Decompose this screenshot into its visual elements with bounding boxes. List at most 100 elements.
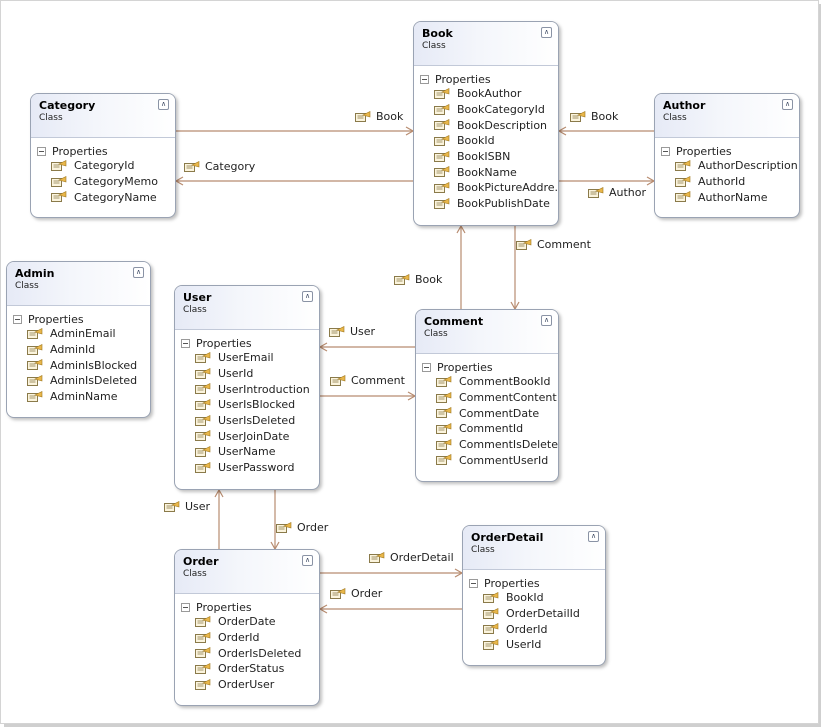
- property-row[interactable]: BookAuthor: [420, 86, 558, 102]
- property-icon: [436, 375, 452, 388]
- property-row[interactable]: OrderIsDeleted: [181, 645, 319, 661]
- property-row[interactable]: CategoryMemo: [37, 174, 175, 190]
- assoc-label-comment: Comment: [516, 238, 591, 251]
- assoc-label-category: Category: [184, 160, 255, 173]
- properties-section-header[interactable]: Properties: [469, 576, 605, 590]
- class-box-book[interactable]: Book Class ∧ Properties BookAuthor BookCatego…: [413, 21, 559, 226]
- property-row[interactable]: BookCategoryId: [420, 102, 558, 118]
- property-icon: [27, 374, 43, 387]
- property-row[interactable]: UserIntroduction: [181, 381, 319, 397]
- properties-section-header[interactable]: Properties: [181, 600, 319, 614]
- property-icon: [675, 191, 691, 203]
- property-row[interactable]: BookId: [469, 590, 605, 606]
- property-row[interactable]: UserName: [181, 444, 319, 460]
- property-row[interactable]: CommentIsDeleted: [422, 437, 558, 453]
- property-row[interactable]: AuthorName: [661, 189, 799, 205]
- property-row[interactable]: AdminIsBlocked: [13, 357, 150, 373]
- collapse-chevron-icon[interactable]: ∧: [588, 531, 599, 542]
- collapse-minus-icon[interactable]: [181, 602, 190, 612]
- property-icon: [436, 407, 452, 419]
- properties-section-header[interactable]: Properties: [661, 144, 799, 158]
- property-row[interactable]: CommentUserId: [422, 452, 558, 468]
- property-row[interactable]: OrderDetailId: [469, 606, 605, 622]
- property-row[interactable]: BookName: [420, 164, 558, 180]
- collapse-chevron-icon[interactable]: ∧: [541, 315, 552, 326]
- collapse-minus-icon[interactable]: [469, 578, 478, 588]
- class-box-comment[interactable]: Comment Class ∧ Properties CommentBookId Comm…: [415, 309, 559, 482]
- class-header[interactable]: OrderDetail Class ∧: [463, 526, 605, 570]
- property-row[interactable]: AdminName: [13, 389, 150, 405]
- properties-section-header[interactable]: Properties: [422, 360, 558, 374]
- collapse-minus-icon[interactable]: [420, 74, 429, 84]
- property-row[interactable]: CommentContent: [422, 390, 558, 406]
- properties-section-header[interactable]: Properties: [420, 72, 558, 86]
- collapse-minus-icon[interactable]: [37, 146, 46, 156]
- class-header[interactable]: Admin Class ∧: [7, 262, 150, 306]
- property-row[interactable]: AdminId: [13, 342, 150, 358]
- class-header[interactable]: User Class ∧: [175, 286, 319, 330]
- property-row[interactable]: CommentBookId: [422, 374, 558, 390]
- property-name: AdminId: [50, 343, 96, 357]
- class-box-author[interactable]: Author Class ∧ Properties AuthorDescription A…: [654, 93, 800, 218]
- property-name: UserJoinDate: [218, 429, 290, 443]
- property-row[interactable]: AuthorId: [661, 174, 799, 190]
- property-row[interactable]: OrderId: [469, 621, 605, 637]
- property-row[interactable]: UserId: [469, 637, 605, 653]
- property-row[interactable]: BookISBN: [420, 149, 558, 165]
- property-name: OrderDetailId: [506, 607, 580, 621]
- property-row[interactable]: OrderUser: [181, 677, 319, 693]
- property-row[interactable]: BookPictureAddre...: [420, 180, 558, 196]
- class-header[interactable]: Order Class ∧: [175, 550, 319, 594]
- property-row[interactable]: CommentId: [422, 421, 558, 437]
- property-row[interactable]: UserEmail: [181, 350, 319, 366]
- class-header[interactable]: Category Class ∧: [31, 94, 175, 138]
- collapse-minus-icon[interactable]: [181, 338, 190, 348]
- class-header[interactable]: Book Class ∧: [414, 22, 558, 66]
- collapse-chevron-icon[interactable]: ∧: [782, 99, 793, 110]
- class-box-user[interactable]: User Class ∧ Properties UserEmail UserId UserI…: [174, 285, 320, 490]
- property-icon: [330, 587, 346, 600]
- property-row[interactable]: BookPublishDate: [420, 196, 558, 212]
- property-row[interactable]: CategoryId: [37, 158, 175, 174]
- class-kind: Class: [424, 329, 448, 339]
- property-row[interactable]: OrderDate: [181, 614, 319, 630]
- class-box-order[interactable]: Order Class ∧ Properties OrderDate OrderId Ord…: [174, 549, 320, 706]
- property-row[interactable]: UserIsDeleted: [181, 413, 319, 429]
- property-row[interactable]: AuthorDescription: [661, 158, 799, 174]
- assoc-label-book: Book: [570, 110, 618, 123]
- properties-section-header[interactable]: Properties: [37, 144, 175, 158]
- collapse-minus-icon[interactable]: [13, 314, 22, 324]
- collapse-chevron-icon[interactable]: ∧: [302, 555, 313, 566]
- properties-section-header[interactable]: Properties: [13, 312, 150, 326]
- property-name: UserName: [218, 445, 276, 459]
- property-row[interactable]: UserIsBlocked: [181, 397, 319, 413]
- property-row[interactable]: OrderId: [181, 630, 319, 646]
- collapse-chevron-icon[interactable]: ∧: [541, 27, 552, 38]
- properties-section-label: Properties: [52, 144, 108, 158]
- property-row[interactable]: AdminIsDeleted: [13, 373, 150, 389]
- class-box-admin[interactable]: Admin Class ∧ Properties AdminEmail AdminId Ad…: [6, 261, 151, 418]
- property-icon: [330, 374, 346, 387]
- property-row[interactable]: OrderStatus: [181, 661, 319, 677]
- property-row[interactable]: UserJoinDate: [181, 428, 319, 444]
- class-header[interactable]: Author Class ∧: [655, 94, 799, 138]
- collapse-chevron-icon[interactable]: ∧: [158, 99, 169, 110]
- assoc-label-order: Order: [330, 587, 382, 600]
- class-header[interactable]: Comment Class ∧: [416, 310, 558, 354]
- property-name: OrderIsDeleted: [218, 646, 302, 660]
- class-body: Properties BookId OrderDetailId OrderId User…: [463, 570, 605, 653]
- property-row[interactable]: BookDescription: [420, 117, 558, 133]
- properties-section-header[interactable]: Properties: [181, 336, 319, 350]
- class-box-category[interactable]: Category Class ∧ Properties CategoryId Catego…: [30, 93, 176, 218]
- property-row[interactable]: CommentDate: [422, 405, 558, 421]
- collapse-chevron-icon[interactable]: ∧: [133, 267, 144, 278]
- property-row[interactable]: CategoryName: [37, 189, 175, 205]
- collapse-minus-icon[interactable]: [422, 362, 431, 372]
- property-row[interactable]: AdminEmail: [13, 326, 150, 342]
- collapse-minus-icon[interactable]: [661, 146, 670, 156]
- class-box-orderdetail[interactable]: OrderDetail Class ∧ Properties BookId OrderDe…: [462, 525, 606, 666]
- collapse-chevron-icon[interactable]: ∧: [302, 291, 313, 302]
- property-row[interactable]: BookId: [420, 133, 558, 149]
- property-row[interactable]: UserPassword: [181, 460, 319, 476]
- property-row[interactable]: UserId: [181, 366, 319, 382]
